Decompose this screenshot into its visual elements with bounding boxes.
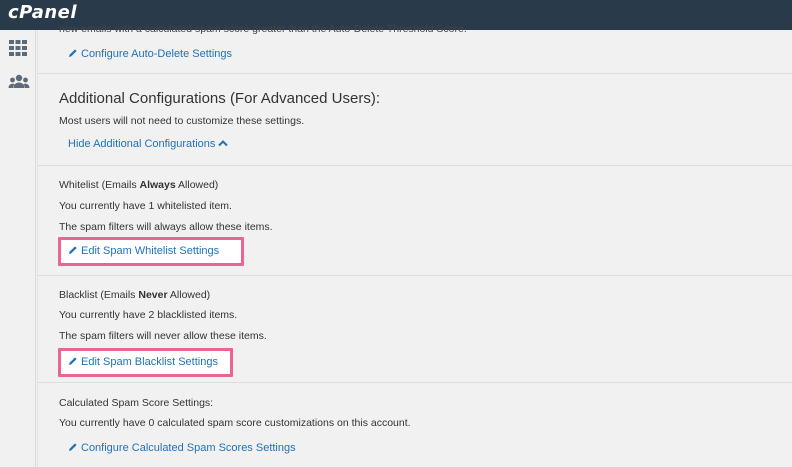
auto-delete-section: new emails with a calculated spam score … <box>38 23 792 74</box>
whitelist-title: Whitelist (Emails Always Allowed) <box>59 179 219 191</box>
blacklist-link-highlight: Edit Spam Blacklist Settings <box>58 348 233 377</box>
cpanel-logo[interactable]: cPanel <box>8 2 77 23</box>
configure-spam-scores-link[interactable]: Configure Calculated Spam Scores Setting… <box>68 442 296 454</box>
edit-spam-blacklist-link[interactable]: Edit Spam Blacklist Settings <box>68 356 218 368</box>
whitelist-link-highlight: Edit Spam Whitelist Settings <box>58 237 244 266</box>
spam-score-section: Calculated Spam Score Settings: You curr… <box>38 383 792 467</box>
pencil-icon <box>69 49 77 57</box>
hide-additional-config-link[interactable]: Hide Additional Configurations <box>68 138 229 150</box>
blacklist-info: The spam filters will never allow these … <box>59 330 267 342</box>
whitelist-info: The spam filters will always allow these… <box>59 221 273 233</box>
spam-filters-panel: new emails with a calculated spam score … <box>37 23 792 467</box>
users-icon[interactable] <box>8 72 30 92</box>
auto-delete-text: new emails with a calculated spam score … <box>59 23 467 35</box>
edit-spam-whitelist-link[interactable]: Edit Spam Whitelist Settings <box>68 245 219 257</box>
pencil-icon <box>69 357 77 365</box>
sidebar <box>0 30 36 467</box>
pencil-icon <box>69 246 77 254</box>
pencil-icon <box>69 443 77 451</box>
additional-config-heading: Additional Configurations (For Advanced … <box>59 90 380 107</box>
blacklist-title: Blacklist (Emails Never Allowed) <box>59 289 211 301</box>
additional-config-description: Most users will not need to customize th… <box>59 115 305 127</box>
whitelist-section: Whitelist (Emails Always Allowed) You cu… <box>38 166 792 276</box>
blacklist-section: Blacklist (Emails Never Allowed) You cur… <box>38 276 792 383</box>
chevron-up-icon <box>218 140 229 147</box>
spam-score-info: You currently have 0 calculated spam sco… <box>59 417 411 429</box>
configure-auto-delete-link[interactable]: Configure Auto-Delete Settings <box>68 48 232 60</box>
whitelist-count: You currently have 1 whitelisted item. <box>59 200 232 212</box>
blacklist-count: You currently have 2 blacklisted items. <box>59 309 238 321</box>
main-content: new emails with a calculated spam score … <box>37 23 792 467</box>
grid-icon[interactable] <box>8 38 28 58</box>
spam-score-title: Calculated Spam Score Settings: <box>59 397 214 409</box>
additional-config-section: Additional Configurations (For Advanced … <box>38 74 792 166</box>
